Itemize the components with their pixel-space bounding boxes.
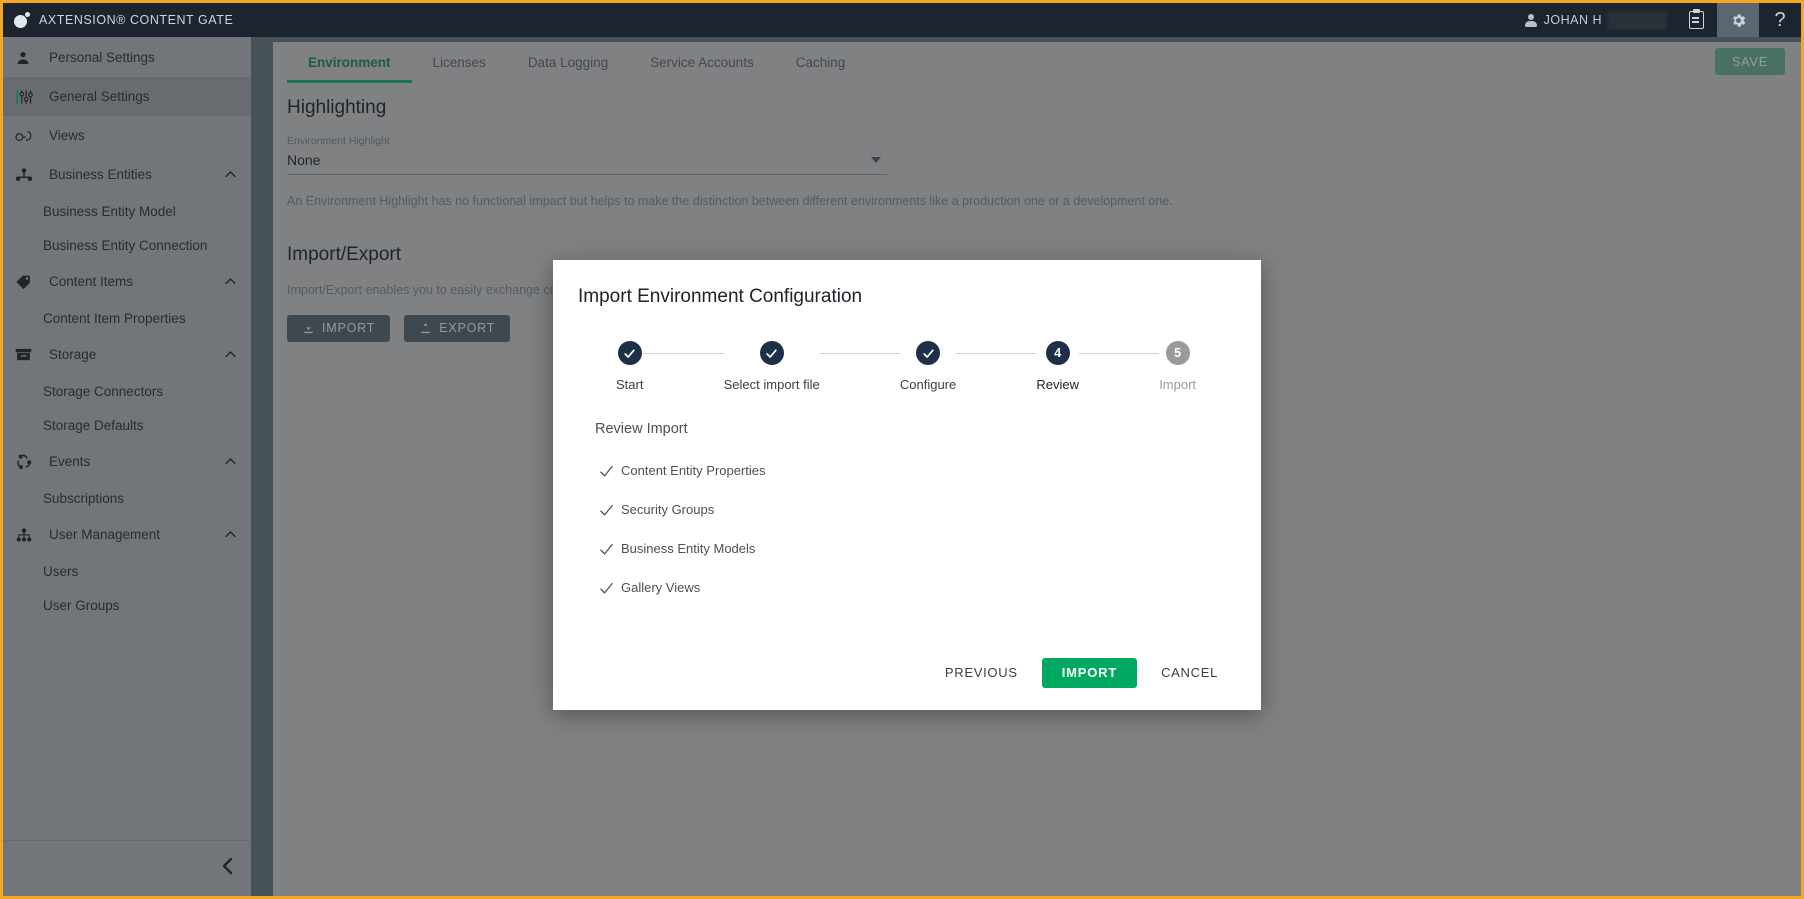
review-import-heading: Review Import xyxy=(595,421,688,437)
step-review: 4 Review xyxy=(1036,341,1079,392)
step-label: Start xyxy=(616,377,644,392)
step-number: 5 xyxy=(1165,341,1190,365)
step-connector xyxy=(956,353,1037,354)
app-logo-icon xyxy=(14,12,30,28)
review-list-item: Content Entity Properties xyxy=(599,451,1236,490)
step-select-import-file: Select import file xyxy=(724,341,820,392)
step-number: 4 xyxy=(1045,341,1070,365)
clipboard-icon[interactable] xyxy=(1675,3,1717,37)
import-environment-dialog: Import Environment Configuration Start Se… xyxy=(553,260,1261,710)
cancel-button[interactable]: CANCEL xyxy=(1149,657,1230,688)
check-icon xyxy=(759,341,784,365)
brand-title: AXTENSION® CONTENT GATE xyxy=(39,13,234,27)
gear-icon[interactable] xyxy=(1717,3,1759,37)
step-connector xyxy=(1079,353,1160,354)
step-label: Configure xyxy=(899,377,957,392)
review-item-list: Content Entity Properties Security Groups… xyxy=(599,451,1236,607)
dialog-import-button[interactable]: IMPORT xyxy=(1041,657,1138,688)
review-list-item-label: Content Entity Properties xyxy=(621,463,766,478)
topbar-actions: JOHAN H ? xyxy=(1524,3,1801,37)
app-window: AXTENSION® CONTENT GATE JOHAN H ? Person… xyxy=(0,0,1804,899)
help-glyph: ? xyxy=(1774,9,1786,31)
user-menu[interactable]: JOHAN H xyxy=(1524,12,1675,28)
step-import: 5 Import xyxy=(1159,341,1196,392)
step-label: Select import file xyxy=(723,377,820,392)
dialog-title: Import Environment Configuration xyxy=(578,286,863,307)
check-icon xyxy=(599,503,613,517)
step-start: Start xyxy=(616,341,643,392)
step-connector xyxy=(643,353,724,354)
review-list-item-label: Security Groups xyxy=(621,502,715,517)
page-body: Personal Settings General Settings Views Bu… xyxy=(3,37,1801,896)
review-list-item: Business Entity Models xyxy=(599,529,1236,568)
check-icon xyxy=(599,581,613,595)
check-icon xyxy=(599,464,613,478)
step-label: Review xyxy=(1036,377,1080,392)
user-icon xyxy=(1524,13,1537,27)
check-icon xyxy=(617,341,642,365)
brand: AXTENSION® CONTENT GATE xyxy=(3,12,233,28)
step-connector xyxy=(819,353,900,354)
check-icon xyxy=(599,542,613,556)
top-bar: AXTENSION® CONTENT GATE JOHAN H ? xyxy=(3,3,1801,37)
step-label: Import xyxy=(1159,377,1197,392)
import-stepper: Start Select import file Configure 4 Review 5… xyxy=(578,341,1236,392)
review-list-item-label: Business Entity Models xyxy=(621,541,756,556)
help-icon[interactable]: ? xyxy=(1759,3,1801,37)
redacted-user-surname xyxy=(1609,12,1665,28)
previous-button[interactable]: PREVIOUS xyxy=(933,657,1030,688)
review-list-item: Security Groups xyxy=(599,490,1236,529)
check-icon xyxy=(916,341,941,365)
user-name: JOHAN H xyxy=(1543,13,1602,27)
review-list-item-label: Gallery Views xyxy=(621,580,701,595)
dialog-footer: PREVIOUS IMPORT CANCEL xyxy=(578,657,1236,710)
step-configure: Configure xyxy=(900,341,956,392)
review-list-item: Gallery Views xyxy=(599,568,1236,607)
